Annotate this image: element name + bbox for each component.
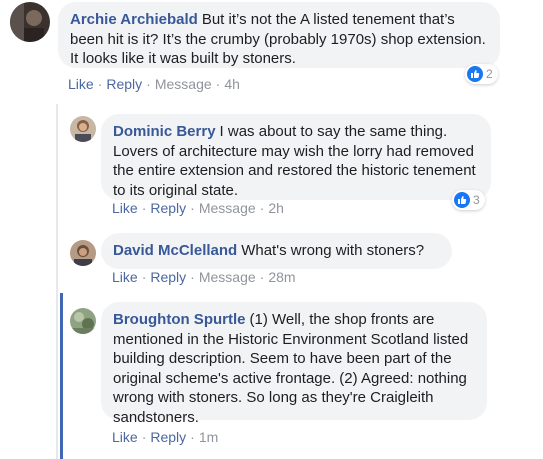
- comment-author[interactable]: Archie Archiebald: [70, 11, 198, 28]
- reaction-number: 2: [486, 67, 493, 81]
- avatar-photo-icon: [70, 240, 96, 266]
- separator: ·: [190, 269, 195, 285]
- thread-line: [56, 104, 58, 459]
- active-reply-indicator: [60, 293, 63, 459]
- timestamp[interactable]: 28m: [268, 269, 295, 285]
- separator: ·: [146, 76, 151, 92]
- separator: ·: [141, 429, 147, 445]
- comment-actions: Like · Reply · Message · 2h: [112, 200, 284, 216]
- message-link[interactable]: Message: [199, 200, 256, 216]
- avatar[interactable]: [70, 240, 96, 266]
- reaction-count[interactable]: 2: [465, 64, 498, 84]
- like-link[interactable]: Like: [112, 200, 138, 216]
- message-link[interactable]: Message: [199, 269, 256, 285]
- avatar[interactable]: [10, 2, 50, 42]
- separator: ·: [190, 200, 195, 216]
- like-link[interactable]: Like: [68, 76, 94, 92]
- comment-actions: Like · Reply · Message · 28m: [112, 269, 296, 285]
- reply-link[interactable]: Reply: [106, 76, 142, 92]
- separator: ·: [215, 76, 221, 92]
- separator: ·: [259, 269, 265, 285]
- reply-link[interactable]: Reply: [150, 269, 186, 285]
- separator: ·: [141, 200, 147, 216]
- reply-link[interactable]: Reply: [150, 200, 186, 216]
- comment-author[interactable]: Dominic Berry: [113, 123, 216, 140]
- comment-text: (1) Well, the shop fronts are mentioned …: [113, 311, 469, 426]
- comment-bubble: Dominic Berry I was about to say the same…: [101, 114, 491, 200]
- comment-text: What's wrong with stoners?: [241, 242, 425, 259]
- avatar-photo-icon: [10, 2, 50, 42]
- message-link[interactable]: Message: [155, 76, 212, 92]
- separator: ·: [141, 269, 147, 285]
- comment-bubble: Broughton Spurtle (1) Well, the shop fron…: [101, 302, 487, 426]
- comment-bubble: Archie Archiebald But it’s not the A list…: [58, 2, 500, 68]
- reaction-number: 3: [473, 193, 480, 207]
- like-link[interactable]: Like: [112, 269, 138, 285]
- avatar[interactable]: [70, 116, 96, 142]
- timestamp[interactable]: 2h: [268, 200, 284, 216]
- avatar[interactable]: [70, 308, 96, 334]
- avatar-photo-icon: [70, 116, 96, 142]
- comment-actions: Like · Reply · 1m: [112, 429, 218, 445]
- separator: ·: [259, 200, 265, 216]
- timestamp[interactable]: 4h: [224, 76, 240, 92]
- separator: ·: [190, 429, 195, 445]
- timestamp[interactable]: 1m: [199, 429, 218, 445]
- reaction-count[interactable]: 3: [452, 190, 485, 210]
- comment-actions: Like · Reply · Message · 4h: [68, 76, 240, 92]
- like-reaction-icon: [454, 192, 470, 208]
- comment-author[interactable]: Broughton Spurtle: [113, 311, 245, 328]
- comment-author[interactable]: David McClelland: [113, 242, 237, 259]
- comment-bubble: David McClelland What's wrong with stoner…: [101, 233, 452, 269]
- avatar-photo-icon: [70, 308, 96, 334]
- reply-link[interactable]: Reply: [150, 429, 186, 445]
- like-reaction-icon: [467, 66, 483, 82]
- separator: ·: [97, 76, 103, 92]
- like-link[interactable]: Like: [112, 429, 138, 445]
